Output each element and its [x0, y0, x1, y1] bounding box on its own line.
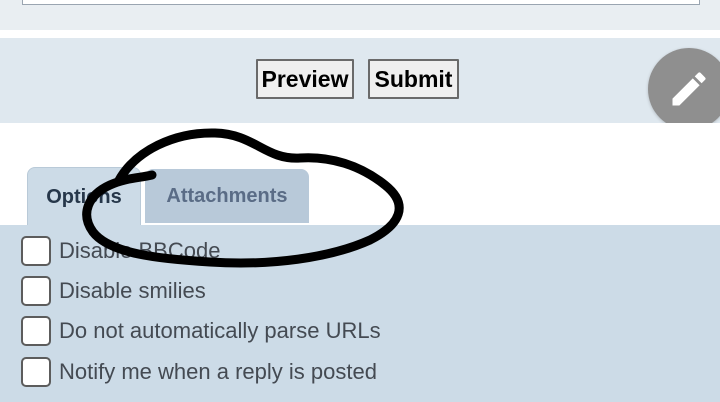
checkbox[interactable]: [21, 357, 51, 387]
option-no-parse-urls[interactable]: Do not automatically parse URLs: [21, 314, 381, 348]
preview-button[interactable]: Preview: [256, 59, 354, 99]
checkbox[interactable]: [21, 236, 51, 266]
option-label: Notify me when a reply is posted: [59, 359, 377, 384]
tab-options-label: Options: [46, 186, 122, 208]
tab-options[interactable]: Options: [27, 167, 141, 227]
tab-attachments[interactable]: Attachments: [145, 169, 309, 223]
spacer: [0, 30, 720, 38]
option-label: Disable smilies: [59, 278, 206, 303]
compose-fab-button[interactable]: [648, 48, 720, 130]
tab-attachments-label: Attachments: [166, 184, 288, 207]
checkbox[interactable]: [21, 276, 51, 306]
message-area-footer: [0, 0, 720, 30]
option-disable-bbcode[interactable]: Disable BBCode: [21, 234, 220, 268]
option-disable-smilies[interactable]: Disable smilies: [21, 274, 206, 308]
submit-button[interactable]: Submit: [368, 59, 459, 99]
option-label: Do not automatically parse URLs: [59, 318, 381, 343]
message-textarea[interactable]: [22, 0, 700, 5]
submit-bar: [0, 38, 720, 123]
option-label: Disable BBCode: [59, 238, 221, 263]
option-notify-reply[interactable]: Notify me when a reply is posted: [21, 355, 377, 389]
pencil-icon: [672, 72, 706, 106]
checkbox[interactable]: [21, 316, 51, 346]
